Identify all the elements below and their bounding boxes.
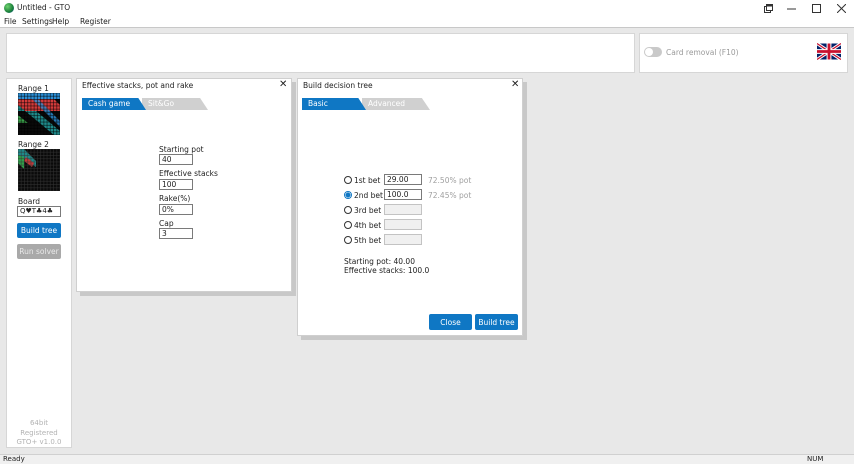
run-solver-button[interactable]: Run solver	[17, 244, 61, 259]
bet3-radio[interactable]	[344, 206, 352, 214]
build-tree-dialog-title: Build decision tree	[303, 81, 373, 90]
cap-input[interactable]: 3	[159, 228, 193, 239]
restore-icon[interactable]	[757, 0, 781, 16]
menu-settings[interactable]: Settings	[22, 17, 53, 26]
bet4-radio[interactable]	[344, 221, 352, 229]
sidebar-build-tree-button[interactable]: Build tree	[17, 223, 61, 238]
bet5-label: 5th bet	[354, 236, 382, 245]
app-logo-icon	[4, 3, 14, 13]
board-label: Board	[18, 197, 41, 206]
menu-file[interactable]: File	[4, 17, 17, 26]
footer-64bit: 64bit	[29, 419, 49, 427]
build-tree-dialog-close-icon[interactable]: ✕	[511, 79, 519, 90]
maximize-button[interactable]	[804, 0, 828, 16]
bet1-pct: 72.50% pot	[428, 176, 472, 185]
cap-label: Cap	[159, 219, 174, 228]
tab-cash-game[interactable]: Cash game	[82, 98, 146, 110]
title-bar	[0, 0, 854, 16]
bet5-input[interactable]	[384, 234, 422, 245]
starting-pot-input[interactable]: 40	[159, 154, 193, 165]
bet2-pct: 72.45% pot	[428, 191, 472, 200]
tab-basic[interactable]: Basic	[302, 98, 366, 110]
status-bar	[0, 454, 854, 464]
minimize-button[interactable]	[779, 0, 803, 16]
bet2-label: 2nd bet	[354, 191, 383, 200]
status-ready: Ready	[3, 455, 25, 463]
bet4-label: 4th bet	[354, 221, 382, 230]
effective-stacks-input[interactable]: 100	[159, 179, 193, 190]
effective-stacks-label: Effective stacks	[159, 169, 218, 178]
range2-label: Range 2	[18, 140, 49, 149]
starting-pot-label: Starting pot	[159, 145, 204, 154]
bet2-radio[interactable]	[344, 191, 352, 199]
board-input[interactable]: Q♥T♣4♣	[17, 206, 61, 217]
bet1-label: 1st bet	[354, 176, 381, 185]
summary-effective-stacks: Effective stacks: 100.0	[344, 266, 430, 275]
rake-input[interactable]: 0%	[159, 204, 193, 215]
bet3-label: 3rd bet	[354, 206, 382, 215]
range2-grid[interactable]	[18, 149, 60, 191]
tab-advanced[interactable]: Advanced	[362, 98, 430, 110]
bet1-radio[interactable]	[344, 176, 352, 184]
bet1-input[interactable]: 29.00	[384, 174, 422, 185]
footer-version: GTO+ v1.0.0	[16, 438, 62, 446]
dialog-close-button[interactable]: Close	[429, 314, 472, 330]
toggle-knob	[645, 48, 653, 56]
stacks-dialog-close-icon[interactable]: ✕	[279, 79, 287, 90]
window-close-button[interactable]	[829, 0, 853, 16]
range1-grid[interactable]	[18, 93, 60, 135]
range1-label: Range 1	[18, 84, 49, 93]
menu-help[interactable]: Help	[52, 17, 69, 26]
uk-flag-icon[interactable]	[816, 42, 842, 61]
summary-starting-pot: Starting pot: 40.00	[344, 257, 415, 266]
menu-register[interactable]: Register	[80, 17, 111, 26]
menu-bar	[0, 16, 854, 28]
bet4-input[interactable]	[384, 219, 422, 230]
tab-sitgo[interactable]: Sit&Go	[142, 98, 208, 110]
footer-registered: Registered	[20, 429, 58, 437]
stacks-dialog-title: Effective stacks, pot and rake	[82, 81, 194, 90]
dialog-build-tree-button[interactable]: Build tree	[475, 314, 518, 330]
bet3-input[interactable]	[384, 204, 422, 215]
status-num: NUM	[807, 455, 824, 463]
card-removal-label: Card removal (F10)	[666, 48, 739, 57]
bet5-radio[interactable]	[344, 236, 352, 244]
rake-label: Rake(%)	[159, 194, 191, 203]
bet2-input[interactable]: 100.0	[384, 189, 422, 200]
top-panel	[6, 33, 635, 73]
window-title: Untitled - GTO	[17, 3, 71, 12]
